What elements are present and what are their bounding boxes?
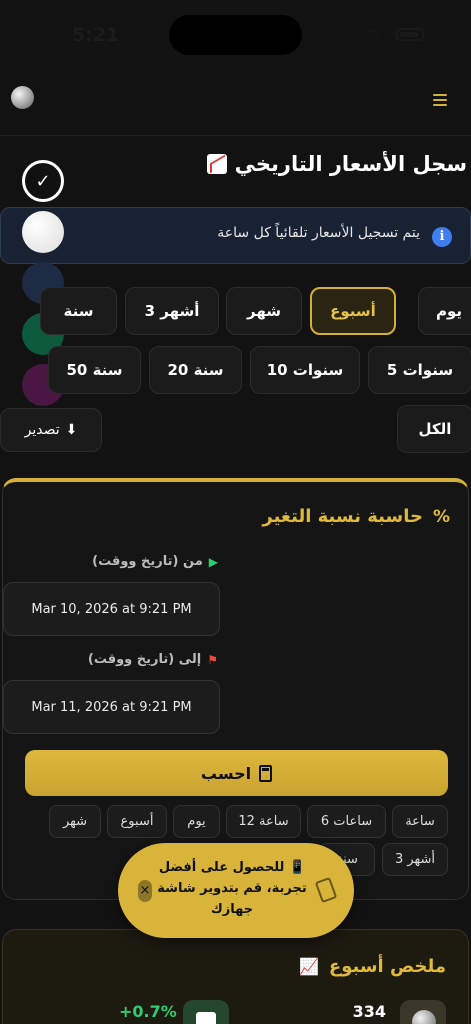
summary-card: ملخص أسبوع 📈 334 +0.7% [2,929,469,1024]
range-month-button[interactable]: شهر [226,287,302,335]
wifi-icon: ◠ [366,26,380,44]
theme-swatch-white[interactable] [22,211,64,253]
range-all-button[interactable]: الكل [397,405,471,453]
from-label-text: من (تاريخ ووقت) [92,554,203,569]
range-20years-button[interactable]: 20 سنة [149,346,242,394]
summary-chart-icon [183,1000,229,1024]
quick-12hours-chip[interactable]: 12 ساعة [226,805,301,838]
theme-swatch-black[interactable]: ✓ [22,160,64,202]
info-text: يتم تسجيل الأسعار تلقائياً كل ساعة [217,225,420,241]
app-header [0,70,471,136]
status-time: 5:21 [72,24,120,46]
page-title: سجل الأسعار التاريخي [206,152,467,176]
export-button[interactable]: ⬇ تصدير [0,408,102,452]
range-day-button[interactable]: يوم [418,287,471,335]
chart-increasing-icon [206,154,227,174]
to-label-text: إلى (تاريخ ووقت) [87,652,202,667]
range-10years-button[interactable]: 10 سنوات [250,346,360,394]
info-banner: i يتم تسجيل الأسعار تلقائياً كل ساعة [0,207,471,264]
change-calculator-card: % حاسبة نسبة التغير ▶ من (تاريخ ووقت) Ma… [2,478,469,900]
status-bar: 5:21 ◠ [0,0,471,70]
info-icon: i [432,227,452,247]
to-datetime-field[interactable]: Mar 11, 2026 at 9:21 PM [3,680,220,734]
percent-icon: % [432,506,450,527]
quick-hour-chip[interactable]: ساعة [392,805,448,838]
summary-title-text: ملخص أسبوع [328,956,446,977]
battery-icon [396,28,424,41]
range-week-button[interactable]: أسبوع [310,287,396,335]
summary-title: ملخص أسبوع 📈 [299,956,446,977]
trend-chart-icon: 📈 [298,957,319,976]
range-5years-button[interactable]: 5 سنوات [368,346,471,394]
quick-month-chip[interactable]: شهر [49,805,101,838]
summary-moon-icon [400,1000,446,1024]
dynamic-island [169,15,302,55]
page-title-text: سجل الأسعار التاريخي [234,152,467,176]
checkered-flag-icon: ⚑ [207,652,218,667]
toast-close-button[interactable]: × [138,880,152,902]
export-label: تصدير [24,422,60,438]
summary-change: +0.7% [119,1002,177,1021]
toast-text: 📱 للحصول على أفضل تجربة، قم بتدوير شاشة … [157,860,307,917]
from-datetime-field[interactable]: Mar 10, 2026 at 9:21 PM [3,582,220,636]
calculate-label: احسب [200,763,252,783]
calculator-title-text: حاسبة نسبة التغير [262,506,423,527]
rotate-device-toast: 📱 للحصول على أفضل تجربة، قم بتدوير شاشة … [118,843,354,938]
range-50years-button[interactable]: 50 سنة [48,346,141,394]
download-icon: ⬇ [65,422,78,438]
calculator-title: % حاسبة نسبة التغير [262,506,450,527]
calculator-icon [259,764,273,782]
hamburger-menu-icon[interactable] [433,94,447,106]
check-icon: ✓ [35,170,51,192]
play-icon: ▶ [208,554,218,569]
to-label: ⚑ إلى (تاريخ ووقت) [88,652,218,667]
quick-6hours-chip[interactable]: 6 ساعات [307,805,386,838]
range-3months-button[interactable]: 3 أشهر [125,287,219,335]
quick-3months-chip[interactable]: 3 أشهر [382,843,448,876]
from-label: ▶ من (تاريخ ووقت) [92,554,218,569]
range-year-button[interactable]: سنة [40,287,117,335]
quick-week-chip[interactable]: أسبوع [107,805,167,838]
calculate-button[interactable]: احسب [25,750,448,796]
summary-price: 334 [352,1002,386,1021]
moon-icon[interactable] [11,86,34,109]
quick-day-chip[interactable]: يوم [173,805,220,838]
rotate-phone-icon [314,876,338,904]
